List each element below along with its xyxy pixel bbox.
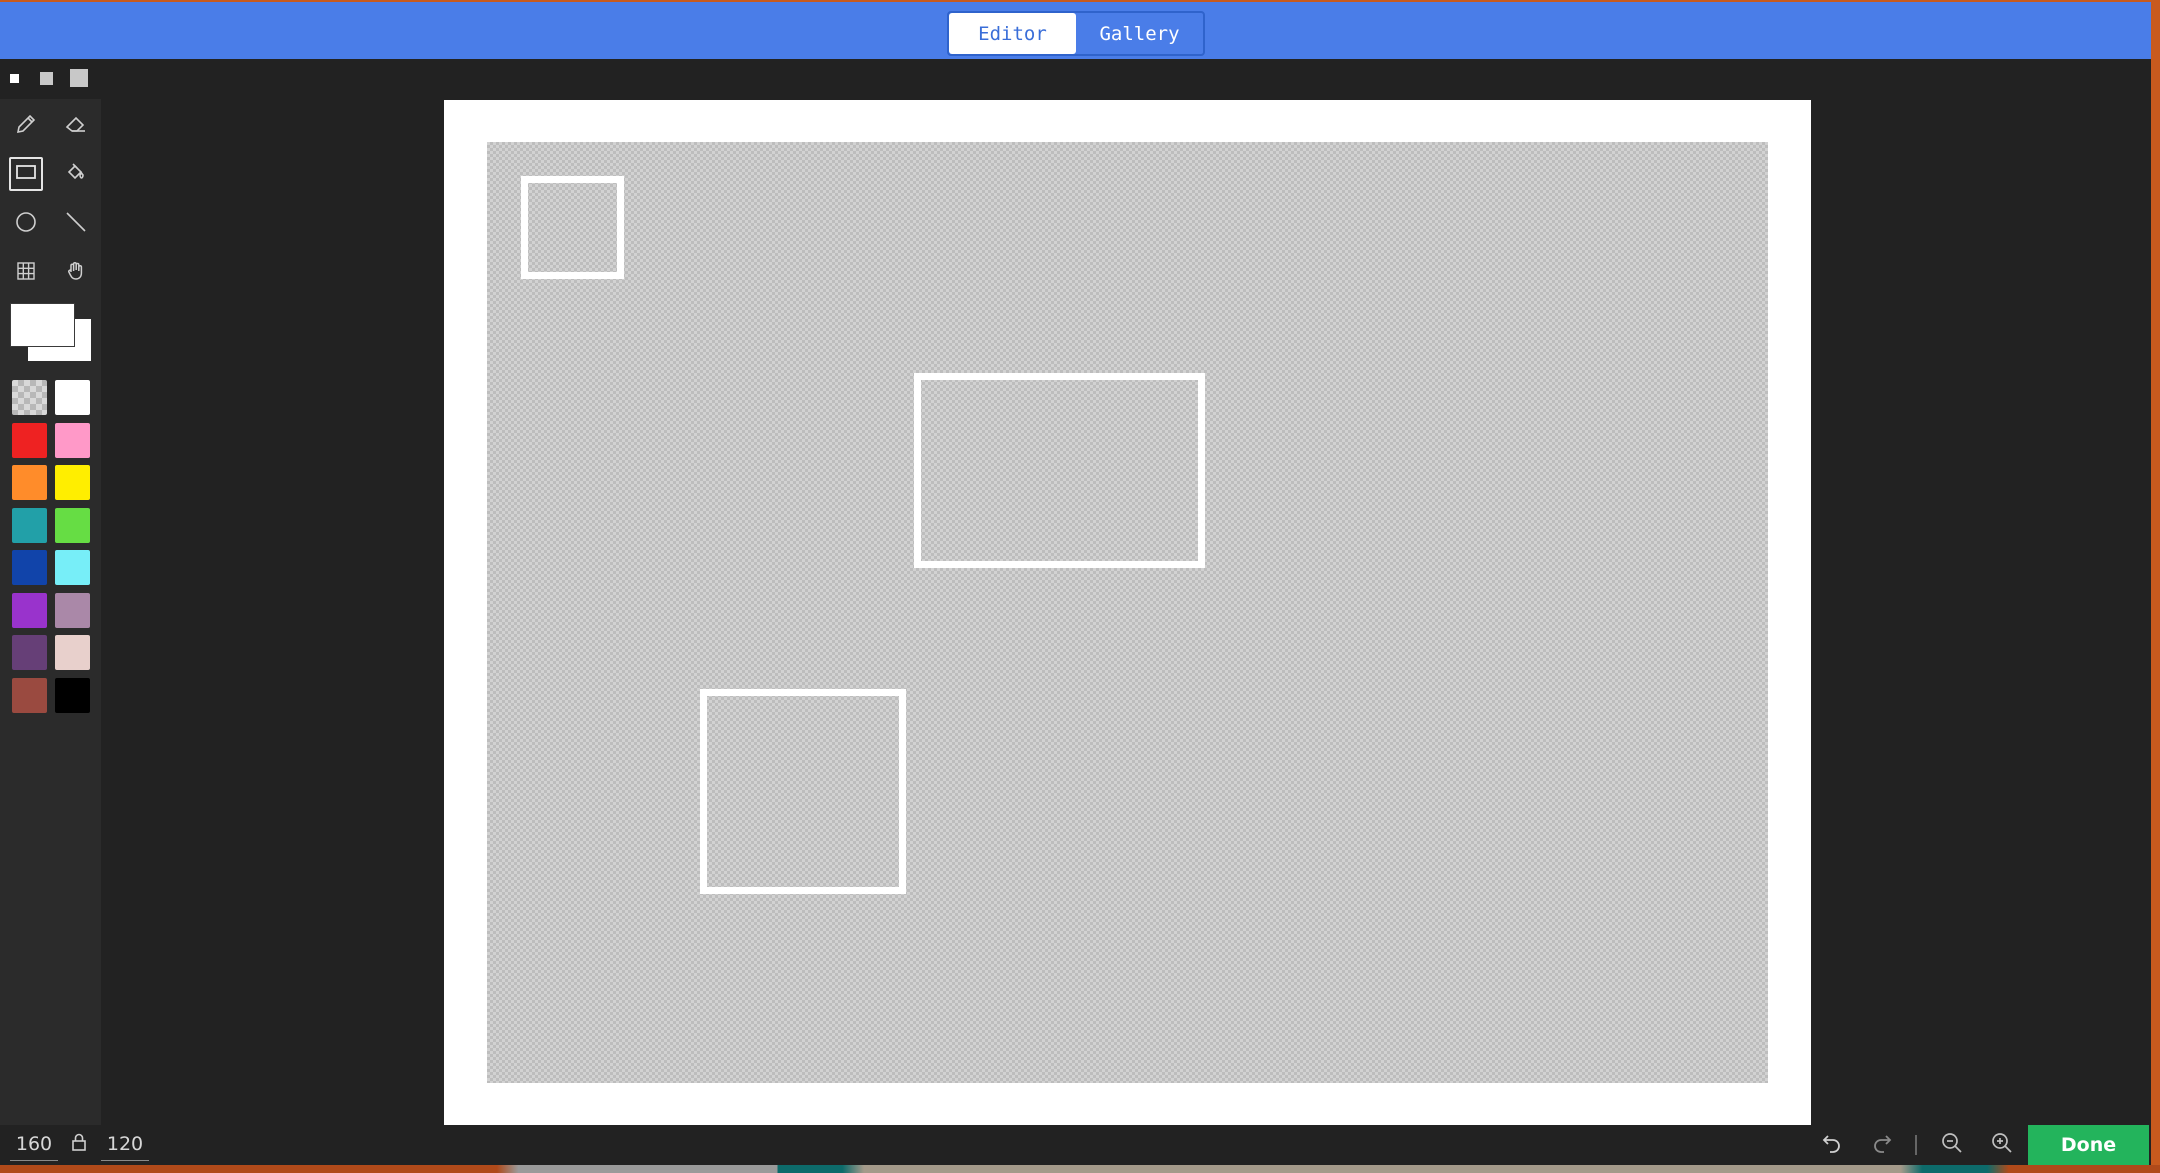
brush-size-medium[interactable] [40, 72, 53, 85]
lock-aspect-button[interactable] [62, 1127, 96, 1161]
pan-tool[interactable] [59, 256, 93, 290]
taskbar-strip [0, 1165, 2160, 1173]
pencil-icon [14, 112, 38, 140]
paint-editor-window: Editor Gallery 160 120 Done [0, 0, 2151, 1173]
brush-size-bar [0, 59, 2151, 99]
palette-color[interactable] [12, 550, 47, 585]
line-icon [64, 210, 88, 238]
palette-color[interactable] [55, 592, 90, 628]
lock-icon [67, 1130, 91, 1158]
line-tool[interactable] [59, 207, 93, 241]
redo-icon [1870, 1131, 1894, 1159]
mode-tabs: Editor Gallery [947, 11, 1205, 56]
grid-tool[interactable] [9, 256, 43, 290]
drawn-rectangle [521, 176, 624, 279]
palette-color[interactable] [12, 635, 47, 670]
top-bar: Editor Gallery [0, 0, 2151, 59]
palette-color[interactable] [55, 465, 90, 500]
palette-color[interactable] [12, 465, 47, 500]
circle-tool[interactable] [9, 207, 43, 241]
brush-size-small[interactable] [10, 74, 19, 83]
hand-icon [64, 259, 88, 287]
done-button[interactable]: Done [2028, 1125, 2149, 1165]
zoom-out-button[interactable] [1935, 1128, 1969, 1162]
undo-button[interactable] [1815, 1128, 1849, 1162]
foreground-color-swatch[interactable] [10, 303, 75, 347]
palette-color[interactable] [55, 550, 90, 585]
zoom-in-button[interactable] [1985, 1128, 2019, 1162]
palette-color[interactable] [12, 592, 47, 628]
zoom-out-icon [1940, 1131, 1964, 1159]
circle-icon [14, 210, 38, 238]
palette-color[interactable] [55, 677, 90, 713]
palette-color-transparent[interactable] [12, 380, 47, 415]
fill-tool[interactable] [59, 157, 93, 191]
palette-color[interactable] [12, 422, 47, 458]
palette-color[interactable] [55, 422, 90, 458]
palette-color[interactable] [55, 507, 90, 543]
drawn-rectangle [700, 689, 906, 894]
eraser-tool[interactable] [59, 109, 93, 143]
window-edge [2151, 0, 2160, 1173]
canvas-width-input[interactable]: 160 [10, 1128, 58, 1161]
palette-color[interactable] [12, 677, 47, 713]
eraser-icon [64, 112, 88, 140]
toolbar-divider [1915, 1135, 1917, 1155]
undo-icon [1820, 1131, 1844, 1159]
pencil-tool[interactable] [9, 109, 43, 143]
redo-button[interactable] [1865, 1128, 1899, 1162]
zoom-in-icon [1990, 1131, 2014, 1159]
rectangle-tool[interactable] [9, 157, 43, 191]
fill-bucket-icon [64, 160, 88, 188]
grid-icon [14, 259, 38, 287]
tab-editor[interactable]: Editor [949, 13, 1076, 54]
drawing-canvas[interactable] [487, 142, 1768, 1083]
drawn-rectangle [914, 373, 1205, 568]
palette-color[interactable] [55, 380, 90, 415]
palette-color[interactable] [55, 635, 90, 670]
brush-size-large[interactable] [70, 69, 88, 87]
rectangle-icon [14, 160, 38, 188]
palette-color[interactable] [12, 507, 47, 543]
tab-gallery[interactable]: Gallery [1076, 13, 1203, 54]
canvas-height-input[interactable]: 120 [101, 1128, 149, 1161]
